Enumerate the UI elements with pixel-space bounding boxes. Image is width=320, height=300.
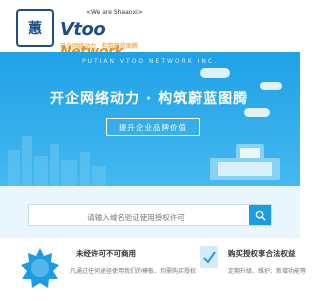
hero-title: 开企网络动力 · 构筑蔚蓝图腾 (50, 91, 249, 107)
feature-card-no-commercial: 未经许可不可商用 凡通过任何途径使用我们的模板、均需购买授权 (0, 238, 196, 300)
cloud-decoration (260, 82, 282, 90)
hero-english-tagline: PUTIAN VTOO NETWORK INC. (81, 58, 219, 65)
search-icon (255, 210, 266, 221)
certificate-icon (200, 246, 218, 268)
feature-title: 未经许可不可商用 (76, 249, 136, 258)
brand-tagline: <We are Shaanxi> (86, 9, 143, 16)
feature-card-authorized: 购买授权享合法权益 定期升级、维护、新增功能等 (150, 238, 306, 300)
city-skyline-illustration (0, 136, 300, 190)
cloud-decoration (200, 68, 230, 78)
brand-slogan: 开企网络动力 · 构筑蔚蓝图腾 (60, 43, 138, 50)
site-header: 蕙 <We are Shaanxi> Vtoo Network 开企网络动力 ·… (0, 0, 300, 60)
feature-description: 定期升级、维护、新增功能等 (228, 268, 307, 275)
cloud-decoration (244, 108, 270, 117)
search-button[interactable] (249, 205, 271, 225)
logo-badge[interactable]: 蕙 (16, 9, 54, 47)
hero-banner: PUTIAN VTOO NETWORK INC. 开企网络动力 · 构筑蔚蓝图腾… (0, 52, 300, 190)
feature-cards: 未经许可不可商用 凡通过任何途径使用我们的模板、均需购买授权 购买授权享合法权益… (0, 238, 306, 300)
badge-burst-icon (21, 248, 59, 288)
brand-latin: Vtoo (60, 19, 106, 40)
domain-search-input[interactable] (29, 207, 243, 228)
license-search-form (28, 204, 272, 228)
brand-value-button[interactable]: 提升企业品牌价值 (106, 118, 200, 136)
feature-title: 购买授权享合法权益 (228, 249, 296, 258)
